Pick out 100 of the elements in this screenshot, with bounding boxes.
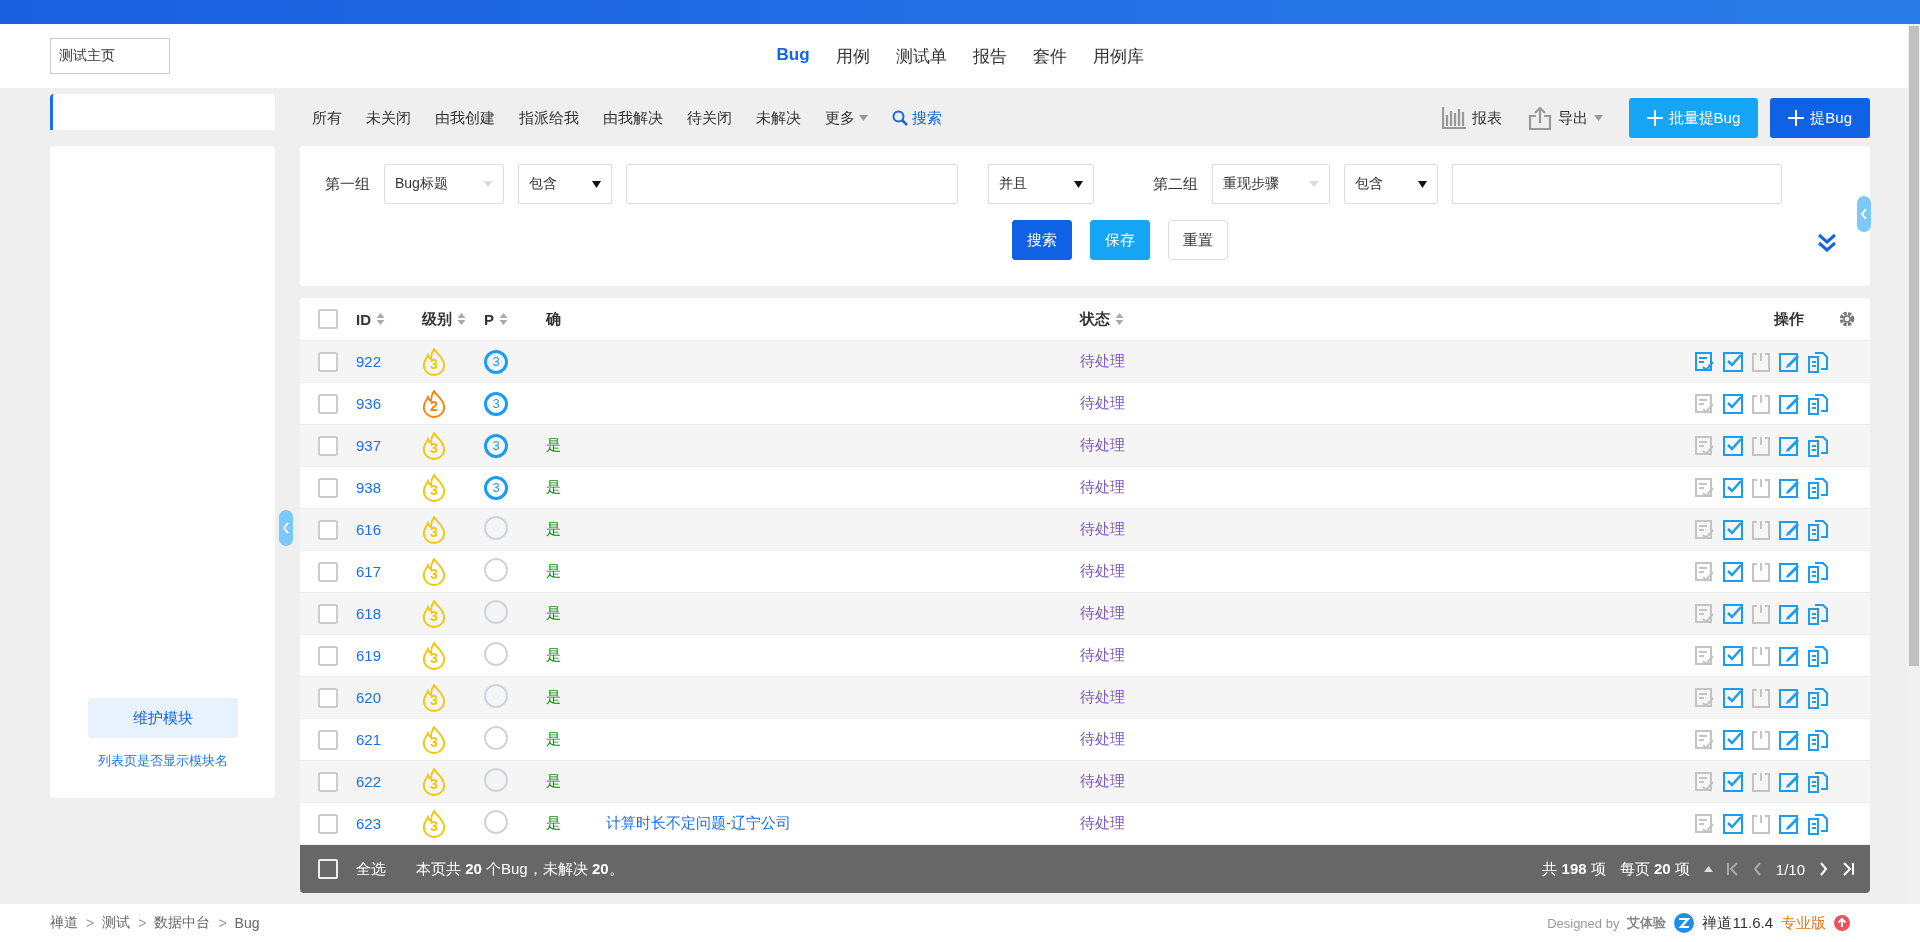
app-tab[interactable]: 套件: [1032, 44, 1067, 68]
group-label: 第一组: [324, 174, 370, 194]
breadcrumb-item[interactable]: Bug: [234, 915, 260, 931]
bug-id-link[interactable]: 938: [356, 479, 382, 496]
confirmed-text: 是: [546, 436, 561, 453]
designer-link[interactable]: 艾体验: [1627, 914, 1667, 932]
group-label: 第二组: [1152, 174, 1198, 194]
bug-id-link[interactable]: 617: [356, 563, 382, 580]
severity-flame: 3: [422, 431, 446, 460]
confirmed-text: 是: [546, 814, 561, 831]
page-summary: 本页共 20 个Bug，未解决 20。: [416, 859, 624, 879]
filter-dropdown[interactable]: 更多: [813, 108, 880, 128]
reset-button[interactable]: 重置: [1168, 220, 1228, 260]
bug-id-link[interactable]: 618: [356, 605, 382, 622]
breadcrumb-item[interactable]: 数据中台: [154, 914, 211, 932]
status-text: 待处理: [1080, 352, 1125, 369]
bug-title-link[interactable]: 计算时长不定问题-辽宁公司: [606, 814, 791, 831]
confirmed-text: 是: [546, 772, 561, 789]
bug-id-link[interactable]: 623: [356, 815, 382, 832]
select-all-label[interactable]: 全选: [356, 859, 386, 879]
field-select[interactable]: Bug标题: [384, 164, 504, 204]
breadcrumb-item[interactable]: 禅道: [50, 914, 78, 932]
priority-badge: 3: [484, 391, 508, 416]
field-select[interactable]: 重现步骤: [1212, 164, 1330, 204]
maintain-module-button[interactable]: 维护模块: [87, 698, 238, 738]
confirmed-text: 是: [546, 688, 561, 705]
bug-id-link[interactable]: 936: [356, 395, 382, 412]
severity-flame: 3: [422, 809, 446, 838]
bug-id-link[interactable]: 621: [356, 731, 382, 748]
report-button[interactable]: 报表: [1441, 107, 1502, 129]
status-text: 待处理: [1080, 604, 1125, 621]
priority-badge: 3: [484, 475, 508, 500]
page-indicator: 1/10: [1775, 860, 1805, 878]
confirmed-text: 是: [546, 478, 561, 495]
bug-id-link[interactable]: 616: [356, 521, 382, 538]
confirmed-text: 是: [546, 520, 561, 537]
operator-select[interactable]: 包含: [518, 164, 612, 204]
filter-tab[interactable]: 由我解决: [591, 108, 675, 128]
severity-flame: 3: [422, 473, 446, 502]
export-button[interactable]: 导出: [1527, 106, 1603, 130]
search-button[interactable]: 搜索: [1012, 220, 1072, 260]
breadcrumb-item[interactable]: 测试: [102, 914, 131, 932]
filter-tab[interactable]: 未关闭: [354, 108, 423, 128]
status-text: 待处理: [1080, 478, 1125, 495]
bug-id-link[interactable]: 622: [356, 773, 382, 790]
severity-flame: 3: [422, 683, 446, 712]
filter-tab[interactable]: 未解决: [744, 108, 813, 128]
app-tab[interactable]: 测试单: [895, 44, 947, 68]
designed-by-text: Designed by: [1547, 915, 1620, 931]
bug-id-link[interactable]: 620: [356, 689, 382, 706]
status-text: 待处理: [1080, 520, 1125, 537]
severity-flame: 3: [422, 641, 446, 670]
severity-flame: 3: [422, 347, 446, 376]
severity-flame: 3: [422, 557, 446, 586]
status-text: 待处理: [1080, 436, 1125, 453]
create-bug-button[interactable]: 提Bug: [1770, 98, 1870, 138]
column-header[interactable]: P: [484, 310, 494, 328]
status-text: 待处理: [1080, 394, 1125, 411]
status-text: 待处理: [1080, 772, 1125, 789]
breadcrumb-separator: >: [218, 915, 227, 931]
column-header[interactable]: 级别: [422, 309, 452, 329]
product-selector[interactable]: 测试主页: [50, 38, 170, 74]
filter-tab[interactable]: 待关闭: [675, 108, 744, 128]
priority-badge: 3: [484, 349, 508, 374]
module-name-toggle-link[interactable]: 列表页是否显示模块名: [97, 752, 228, 770]
column-header[interactable]: ID: [356, 310, 371, 328]
filter-tab[interactable]: 所有: [300, 108, 354, 128]
app-tab[interactable]: 报告: [972, 44, 1007, 68]
status-text: 待处理: [1080, 562, 1125, 579]
app-tab[interactable]: 用例: [835, 44, 870, 68]
column-header: 确: [546, 309, 561, 329]
status-text: 待处理: [1080, 814, 1125, 831]
breadcrumb-separator: >: [138, 915, 147, 931]
confirmed-text: 是: [546, 604, 561, 621]
severity-flame: 3: [422, 515, 446, 544]
confirmed-text: 是: [546, 646, 561, 663]
bug-id-link[interactable]: 937: [356, 437, 382, 454]
operator-select[interactable]: 包含: [1344, 164, 1438, 204]
confirmed-text: 是: [546, 562, 561, 579]
version-text: 禅道11.6.4: [1702, 913, 1773, 933]
column-header: 操作: [1774, 309, 1804, 329]
severity-flame: 3: [422, 767, 446, 796]
page-size-selector[interactable]: 每页 20 项: [1619, 859, 1690, 879]
search-filter[interactable]: 搜索: [880, 108, 954, 128]
filter-tab[interactable]: 由我创建: [423, 108, 507, 128]
breadcrumb-separator: >: [86, 915, 95, 931]
severity-flame: 3: [422, 599, 446, 628]
and-or-select[interactable]: 并且: [988, 164, 1094, 204]
app-tab[interactable]: 用例库: [1092, 44, 1144, 68]
status-text: 待处理: [1080, 688, 1125, 705]
bug-id-link[interactable]: 922: [356, 353, 382, 370]
app-tab[interactable]: Bug: [776, 44, 810, 68]
status-text: 待处理: [1080, 730, 1125, 747]
severity-flame: 3: [422, 725, 446, 754]
total-count: 共 198 项: [1542, 859, 1606, 879]
column-header[interactable]: 状态: [1080, 309, 1110, 329]
filter-tab[interactable]: 指派给我: [507, 108, 591, 128]
confirmed-text: 是: [546, 730, 561, 747]
priority-badge: 3: [484, 433, 508, 458]
bug-id-link[interactable]: 619: [356, 647, 382, 664]
